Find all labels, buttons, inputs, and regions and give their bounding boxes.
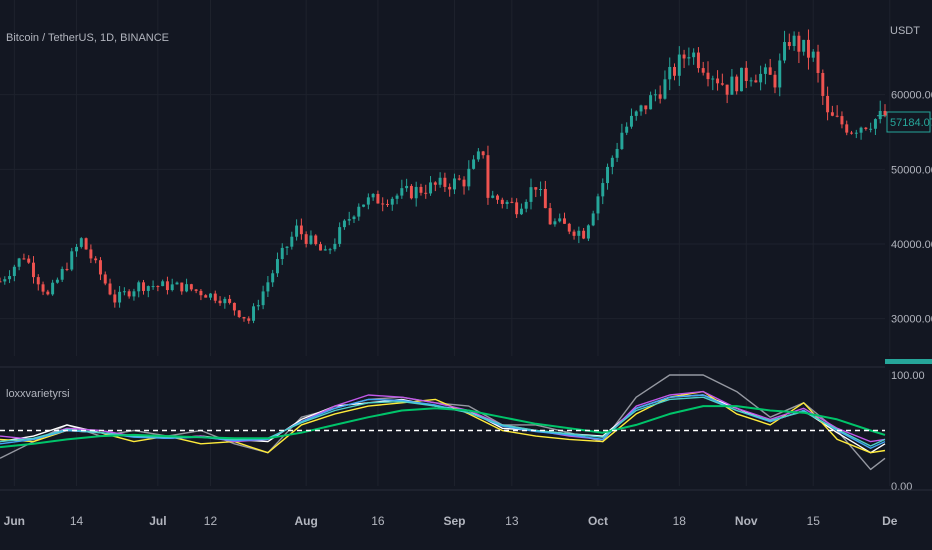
chart-background <box>0 0 932 550</box>
candle <box>237 310 241 319</box>
price-tick-label: 60000.00 <box>891 90 932 102</box>
candle <box>740 67 743 92</box>
candle <box>409 184 413 200</box>
time-tick-label: Oct <box>588 514 608 528</box>
candle <box>586 224 590 242</box>
last-price-label: 57184.07 <box>890 117 932 129</box>
candle <box>84 237 88 250</box>
time-tick-label: 18 <box>673 514 687 528</box>
candle <box>70 247 74 272</box>
time-tick-label: 16 <box>371 514 385 528</box>
price-tick-label: 40000.00 <box>891 239 932 251</box>
time-tick-label: Sep <box>443 514 465 528</box>
time-tick-label: Jul <box>149 514 166 528</box>
time-tick-label: 15 <box>807 514 821 528</box>
candle <box>79 237 83 249</box>
price-tick-label: 50000.00 <box>891 164 932 176</box>
time-tick-label: Jun <box>4 514 25 528</box>
time-tick-label: 13 <box>505 514 519 528</box>
symbol-title: Bitcoin / TetherUS, 1D, BINANCE <box>6 32 169 44</box>
pane-resize-handle[interactable] <box>885 359 932 364</box>
rsi-tick-label: 0.00 <box>891 481 912 493</box>
time-tick-label: Aug <box>294 514 317 528</box>
time-tick-label: 12 <box>204 514 218 528</box>
time-tick-label: De <box>882 514 898 528</box>
time-tick-label: 14 <box>70 514 84 528</box>
currency-label: USDT <box>890 25 920 37</box>
rsi-tick-label: 100.00 <box>891 370 925 382</box>
indicator-title: loxxvarietyrsi <box>6 388 70 400</box>
time-tick-label: Nov <box>735 514 758 528</box>
candle <box>314 234 318 246</box>
price-tick-label: 30000.00 <box>891 314 932 326</box>
trading-chart[interactable]: 30000.00 40000.00 50000.00 60000.00 0.00 100… <box>0 0 932 550</box>
